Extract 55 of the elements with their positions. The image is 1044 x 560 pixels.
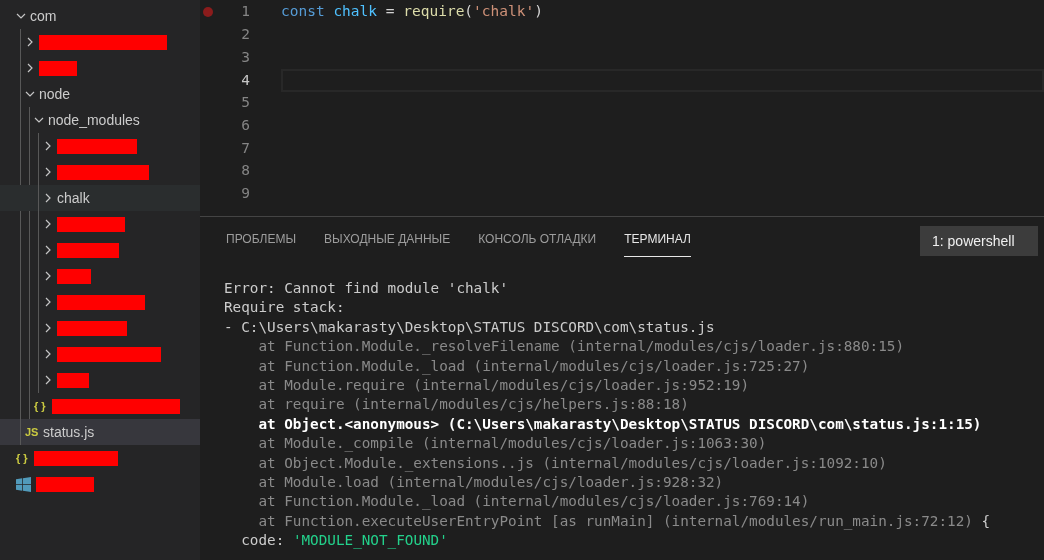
terminal-line: code: 'MODULE_NOT_FOUND' [240, 531, 449, 551]
terminal-line: Require stack: [224, 298, 346, 318]
chevron-right-icon [43, 375, 53, 385]
terminal-line: at Object.<anonymous> (C:\Users\makarasty\Desktop\STATUS DISCORD\com\status.js:1:15) [257, 414, 983, 434]
chevron-down-icon [34, 115, 44, 125]
folder-row[interactable]: com [0, 3, 200, 29]
file-row[interactable]: { } [0, 445, 200, 471]
chevron-right-icon [43, 193, 53, 203]
chevron-right-icon [43, 167, 53, 177]
panel-tab[interactable]: КОНСОЛЬ ОТЛАДКИ [478, 225, 597, 257]
file-row[interactable]: JS status.js [0, 419, 200, 445]
line-number: 4 [240, 70, 250, 90]
terminal-line: Error: Cannot find module 'chalk' [224, 279, 510, 298]
panel-tab[interactable]: ПРОБЛЕМЫ [226, 225, 297, 257]
line-number: 2 [240, 25, 250, 45]
json-file-icon: { } [16, 449, 34, 467]
line-number: 9 [240, 183, 250, 203]
chevron-right-icon [25, 37, 35, 47]
terminal-line: at Function.Module._resolveFilename (internal/modules/cjs/loader.js:880:15) [257, 337, 905, 357]
json-file-icon: { } [34, 397, 52, 415]
chevron-right-icon [43, 141, 53, 151]
terminal-line: at Function.Module._load (internal/modules/cjs/loader.js:769:14) [257, 492, 811, 512]
terminal-line: at Object.Module._extensions..js (internal/modules/cjs/loader.js:1092:10) [257, 453, 888, 474]
code-line: const chalk = require('chalk') [281, 2, 543, 22]
chevron-right-icon [43, 219, 53, 229]
terminal-line: - C:\Users\makarasty\Desktop\STATUS DISCORD\com\status.js [224, 317, 716, 337]
chevron-right-icon [25, 63, 35, 73]
terminal-line: at require (internal/modules/cjs/helpers.js:88:18) [257, 395, 690, 415]
line-number: 6 [240, 115, 250, 135]
chevron-down-icon [25, 89, 35, 99]
line-number: 3 [240, 47, 250, 67]
panel-tab[interactable]: ТЕРМИНАЛ [624, 225, 691, 257]
chevron-right-icon [43, 297, 53, 307]
chevron-right-icon [43, 245, 53, 255]
terminal-select[interactable]: 1: powershell [920, 226, 1038, 256]
panel-tab[interactable]: ВЫХОДНЫЕ ДАННЫЕ [324, 225, 451, 257]
terminal-line: at Module._compile (internal/modules/cjs/loader.js:1063:30) [257, 434, 768, 454]
line-number: 1 [240, 2, 250, 22]
js-file-icon: JS [25, 423, 43, 441]
chevron-right-icon [43, 349, 53, 359]
file-row[interactable]: { } [0, 393, 200, 419]
folder-row[interactable]: chalk [0, 185, 200, 211]
folder-row[interactable]: node_modules [0, 107, 200, 133]
terminal-line: at Function.executeUserEntryPoint [as runMain] (internal/modules/run_main.js:72:12) { [257, 511, 992, 532]
line-number: 7 [240, 138, 250, 158]
line-number: 5 [240, 93, 250, 113]
terminal-line: at Function.Module._load (internal/modules/cjs/loader.js:725:27) [257, 356, 811, 377]
chevron-right-icon [43, 323, 53, 333]
terminal-line: at Module.require (internal/modules/cjs/loader.js:952:19) [257, 376, 751, 396]
line-number: 8 [240, 161, 250, 181]
chevron-right-icon [43, 271, 53, 281]
windows-icon [16, 476, 31, 492]
chevron-down-icon [16, 11, 26, 21]
terminal-line: at Module.load (internal/modules/cjs/loader.js:928:32) [257, 473, 725, 493]
folder-row[interactable]: node [0, 81, 200, 107]
